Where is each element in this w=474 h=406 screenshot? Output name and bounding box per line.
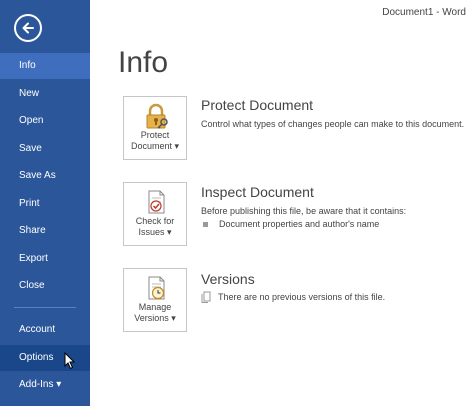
nav-share[interactable]: Share xyxy=(0,218,90,244)
inspect-document-title: Inspect Document xyxy=(201,184,314,200)
nav-print[interactable]: Print xyxy=(0,191,90,217)
tile-label-line2: Versions ▾ xyxy=(134,313,176,323)
version-page-icon xyxy=(201,291,211,303)
versions-note-row: There are no previous versions of this f… xyxy=(201,291,385,303)
nav-new[interactable]: New xyxy=(0,81,90,107)
nav-open[interactable]: Open xyxy=(0,108,90,134)
nav-export[interactable]: Export xyxy=(0,246,90,272)
tile-label-line2: Document ▾ xyxy=(130,141,180,151)
nav-account[interactable]: Account xyxy=(0,317,90,343)
versions-note: There are no previous versions of this f… xyxy=(218,292,386,302)
nav-add-ins[interactable]: Add-Ins ▾ xyxy=(0,372,90,398)
document-clock-icon xyxy=(148,276,165,300)
lock-key-icon xyxy=(146,103,168,129)
nav-save[interactable]: Save xyxy=(0,136,90,162)
protect-document-description: Control what types of changes people can… xyxy=(201,119,465,129)
back-arrow-icon xyxy=(22,22,34,34)
document-check-icon xyxy=(148,190,165,214)
nav-divider xyxy=(14,307,76,308)
bullet-square-icon xyxy=(203,221,208,227)
nav-options[interactable]: Options xyxy=(0,345,90,371)
nav-info[interactable]: Info xyxy=(0,53,90,79)
protect-document-button[interactable]: Protect Document ▾ xyxy=(123,96,187,160)
inspect-bullet-item: Document properties and author's name xyxy=(203,219,379,229)
tile-label-line2: Issues ▾ xyxy=(138,227,172,237)
nav-save-as[interactable]: Save As xyxy=(0,163,90,189)
back-button[interactable] xyxy=(14,14,42,42)
window-title: Document1 - Word xyxy=(382,7,466,18)
page-title: Info xyxy=(118,46,169,79)
tile-label-line1: Manage xyxy=(138,302,172,312)
check-for-issues-button[interactable]: Check for Issues ▾ xyxy=(123,182,187,246)
mouse-cursor-icon xyxy=(64,352,76,370)
nav-close[interactable]: Close xyxy=(0,273,90,299)
versions-title: Versions xyxy=(201,271,255,287)
tile-label-line1: Protect xyxy=(140,130,170,140)
bullet-text: Document properties and author's name xyxy=(219,219,380,229)
protect-document-title: Protect Document xyxy=(201,97,314,113)
inspect-document-description: Before publishing this file, be aware th… xyxy=(201,206,407,216)
backstage-sidebar: Info New Open Save Save As Print Share E… xyxy=(0,0,90,406)
tile-label-line1: Check for xyxy=(135,216,175,226)
manage-versions-button[interactable]: Manage Versions ▾ xyxy=(123,268,187,332)
